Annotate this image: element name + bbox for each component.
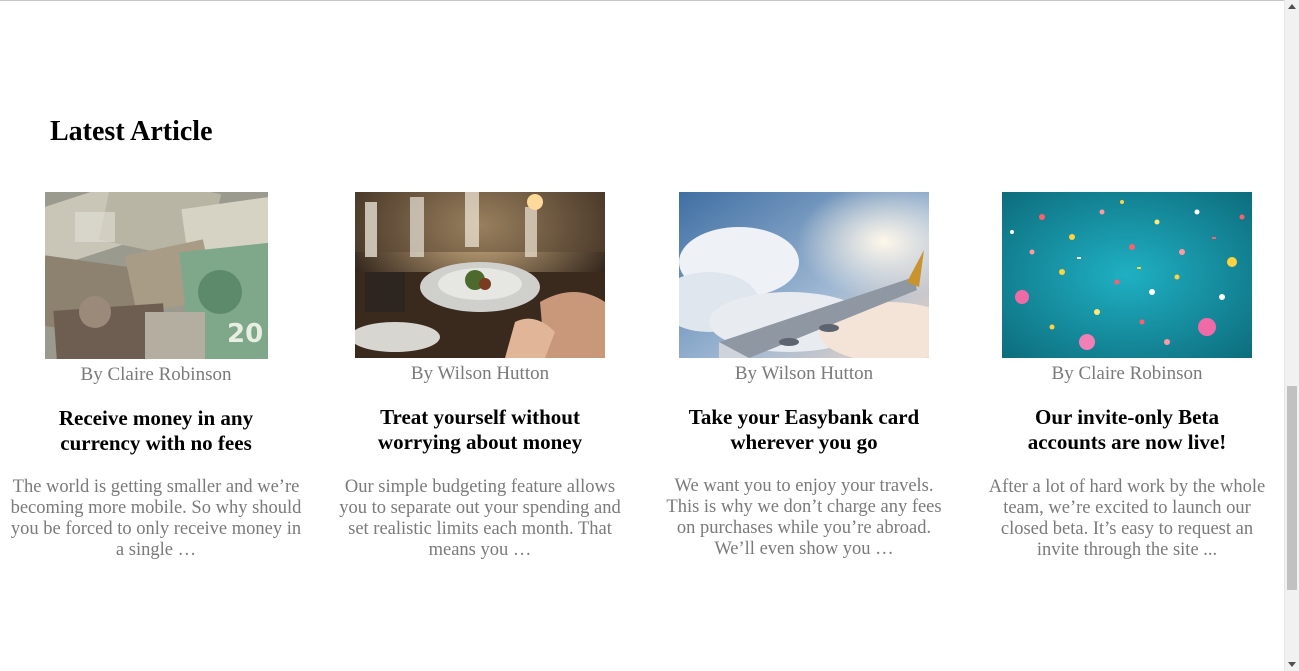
article-excerpt: We want you to enjoy your travels. This …: [666, 476, 942, 559]
article-title[interactable]: Take your Easybank card wherever you go: [664, 405, 944, 455]
article-author: By Wilson Hutton: [410, 363, 550, 384]
article-author: By Claire Robinson: [1051, 363, 1203, 384]
article-title[interactable]: Our invite-only Beta accounts are now li…: [987, 405, 1267, 455]
scroll-down-arrow-icon[interactable]: [1288, 662, 1296, 667]
scroll-up-arrow-icon[interactable]: [1288, 4, 1296, 9]
article-excerpt: Our simple budgeting feature allows you …: [339, 477, 621, 560]
svg-text:20: 20: [227, 319, 263, 349]
article-author: By Claire Robinson: [80, 364, 232, 385]
article-excerpt: After a lot of hard work by the whole te…: [988, 477, 1266, 560]
top-border: [0, 0, 1284, 1]
confetti-image[interactable]: [1002, 192, 1252, 358]
vertical-scrollbar[interactable]: [1284, 0, 1299, 671]
restaurant-dinner-image[interactable]: [355, 192, 605, 358]
currency-banknotes-image[interactable]: 20: [45, 192, 268, 359]
article-excerpt: The world is getting smaller and we’re b…: [10, 477, 302, 560]
article-author: By Wilson Hutton: [734, 363, 874, 384]
scrollbar-thumb[interactable]: [1287, 386, 1297, 590]
airplane-wing-clouds-image[interactable]: [679, 192, 929, 358]
article-title[interactable]: Treat yourself without worrying about mo…: [335, 405, 625, 455]
article-title[interactable]: Receive money in any currency with no fe…: [10, 406, 302, 456]
section-title: Latest Article: [50, 116, 213, 147]
